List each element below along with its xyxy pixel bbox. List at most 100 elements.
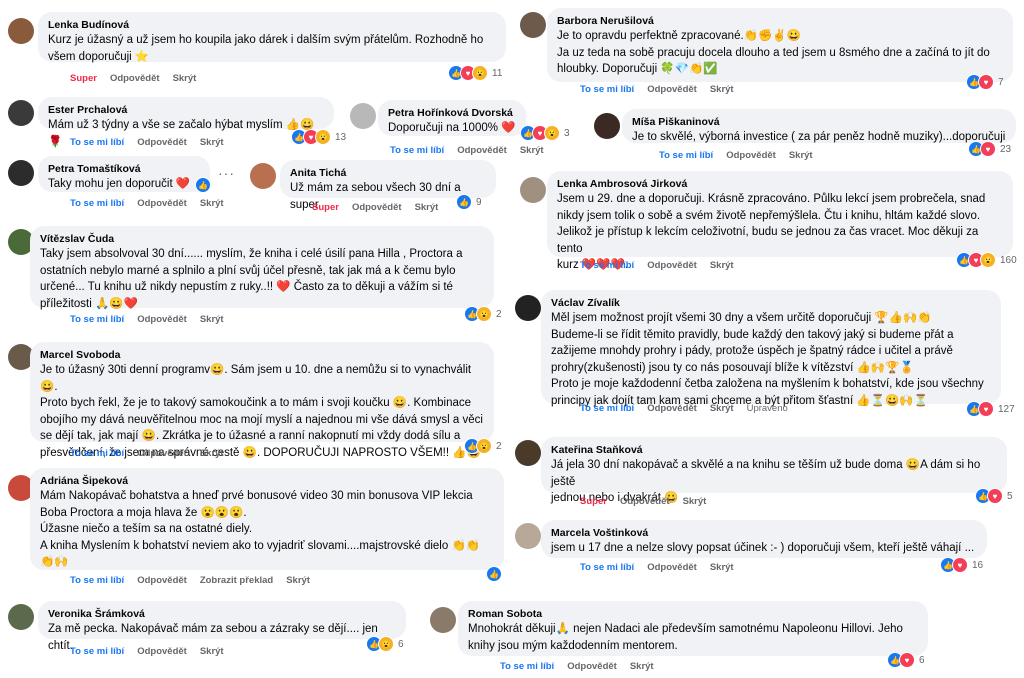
- avatar[interactable]: [515, 440, 541, 466]
- action-link[interactable]: Odpovědět: [726, 150, 776, 161]
- reaction-summary[interactable]: 👍 9: [456, 194, 482, 210]
- reaction-summary[interactable]: 👍 ♥ 😮 3: [520, 125, 570, 141]
- action-link[interactable]: To se mi líbí: [659, 150, 713, 161]
- comment-text: Proto bych řekl, že je to takový samokou…: [40, 397, 472, 409]
- avatar[interactable]: [8, 604, 34, 630]
- reaction-summary[interactable]: 👍 ♥ 6: [887, 652, 925, 668]
- reaction-summary[interactable]: 👍 ♥ 127: [966, 401, 1015, 417]
- action-link[interactable]: Skrýt: [520, 145, 544, 156]
- action-link[interactable]: Skrýt: [710, 562, 734, 573]
- action-link[interactable]: Odpovědět: [352, 202, 402, 213]
- action-link[interactable]: Skrýt: [415, 202, 439, 213]
- comment-author[interactable]: Marcel Svoboda: [40, 348, 484, 362]
- action-link[interactable]: Skrýt: [710, 260, 734, 271]
- love-reaction-icon: ♥: [899, 652, 915, 668]
- reaction-summary[interactable]: 👍 ♥ 😮 160: [956, 252, 1017, 268]
- comment-author[interactable]: Lenka Ambrosová Jirková: [557, 177, 1003, 191]
- action-link[interactable]: Odpovědět: [647, 562, 697, 573]
- reaction-summary[interactable]: 👍: [195, 177, 211, 193]
- action-link[interactable]: Super: [580, 496, 607, 507]
- reaction-summary[interactable]: 👍 😮 2: [464, 438, 502, 454]
- action-link[interactable]: Odpovědět: [137, 314, 187, 325]
- action-link[interactable]: To se mi líbí: [70, 314, 124, 325]
- comment-text: Doporučuji na 1000% ❤️: [388, 122, 516, 134]
- comment-author[interactable]: Marcela Voštinková: [551, 526, 977, 540]
- action-link[interactable]: Skrýt: [200, 314, 224, 325]
- action-link[interactable]: Skrýt: [200, 198, 224, 209]
- action-link[interactable]: Super: [70, 73, 97, 84]
- reaction-summary[interactable]: 👍 ♥ 7: [966, 74, 1004, 90]
- comment-text: příležitosti 🙏😀❤️: [40, 297, 138, 310]
- action-link[interactable]: Skrýt: [710, 84, 734, 95]
- comment-actions: To se mi líbí Odpovědět Skrýt: [580, 260, 747, 271]
- action-link[interactable]: Odpovědět: [137, 575, 187, 586]
- comment-author[interactable]: Barbora Nerušilová: [557, 14, 1003, 28]
- comment-author[interactable]: Míša Piškaninová: [632, 115, 1006, 129]
- action-link[interactable]: Skrýt: [789, 150, 813, 161]
- action-link[interactable]: Odpovědět: [110, 73, 160, 84]
- avatar[interactable]: [350, 103, 376, 129]
- action-link[interactable]: To se mi líbí: [500, 661, 554, 672]
- action-link[interactable]: Odpovědět: [620, 496, 670, 507]
- comment-author[interactable]: Lenka Budínová: [48, 18, 496, 32]
- action-link[interactable]: To se mi líbí: [580, 403, 634, 414]
- action-link[interactable]: Odpovědět: [137, 137, 187, 148]
- reaction-summary[interactable]: 👍 ♥ 😮 13: [291, 129, 346, 145]
- avatar[interactable]: [250, 163, 276, 189]
- comment-author[interactable]: Kateřina Staňková: [551, 443, 997, 457]
- action-link[interactable]: To se mi líbí: [70, 137, 124, 148]
- action-link[interactable]: To se mi líbí: [580, 84, 634, 95]
- comment-author[interactable]: Roman Sobota: [468, 607, 918, 621]
- avatar[interactable]: [8, 18, 34, 44]
- action-link[interactable]: To se mi líbí: [70, 198, 124, 209]
- action-link[interactable]: To se mi líbí: [580, 562, 634, 573]
- action-link[interactable]: Odpovědět: [567, 661, 617, 672]
- action-link[interactable]: To se mi líbí: [580, 260, 634, 271]
- avatar[interactable]: [515, 523, 541, 549]
- reaction-summary[interactable]: 👍 ♥ 5: [975, 488, 1013, 504]
- reaction-summary[interactable]: 👍: [486, 566, 502, 582]
- avatar[interactable]: [520, 12, 546, 38]
- action-link[interactable]: Skrýt: [683, 496, 707, 507]
- action-link[interactable]: Skrýt: [630, 661, 654, 672]
- action-link[interactable]: To se mi líbí: [70, 448, 124, 459]
- comment-author[interactable]: Petra Hořínková Dvorská: [388, 106, 516, 120]
- reaction-summary[interactable]: 👍 ♥ 😮 11: [448, 65, 502, 81]
- avatar[interactable]: [594, 113, 620, 139]
- action-link[interactable]: Skrýt: [286, 575, 310, 586]
- action-link[interactable]: Odpovědět: [457, 145, 507, 156]
- action-link[interactable]: Skrýt: [200, 137, 224, 148]
- action-link[interactable]: Odpovědět: [647, 84, 697, 95]
- comment-author[interactable]: Adriána Šipeková: [40, 474, 494, 488]
- action-link[interactable]: Odpovědět: [137, 448, 187, 459]
- reaction-summary[interactable]: 👍 ♥ 23: [968, 141, 1011, 157]
- action-link[interactable]: To se mi líbí: [70, 646, 124, 657]
- reaction-summary[interactable]: 👍 😮 6: [366, 636, 404, 652]
- more-options-icon[interactable]: ···: [218, 165, 235, 181]
- avatar[interactable]: [8, 160, 34, 186]
- avatar[interactable]: [520, 177, 546, 203]
- comment-author[interactable]: Anita Tichá: [290, 166, 486, 180]
- action-link[interactable]: To se mi líbí: [70, 575, 124, 586]
- action-link[interactable]: Skrýt: [200, 646, 224, 657]
- action-link[interactable]: Zobrazit překlad: [200, 575, 273, 586]
- avatar[interactable]: [515, 295, 541, 321]
- action-link[interactable]: To se mi líbí: [390, 145, 444, 156]
- comment-author[interactable]: Veronika Šrámková: [48, 607, 396, 621]
- comment-author[interactable]: Ester Prchalová: [48, 103, 324, 117]
- comment-author[interactable]: Vítězslav Čuda: [40, 232, 484, 246]
- reaction-summary[interactable]: 👍 ♥ 16: [940, 557, 983, 573]
- action-link[interactable]: Skrýt: [173, 73, 197, 84]
- comment-author[interactable]: Václav Zívalík: [551, 296, 991, 310]
- action-link[interactable]: Skrýt: [710, 403, 734, 414]
- action-link[interactable]: Odpovědět: [137, 198, 187, 209]
- action-link[interactable]: Odpovědět: [137, 646, 187, 657]
- avatar[interactable]: [430, 607, 456, 633]
- reaction-summary[interactable]: 👍 😮 2: [464, 306, 502, 322]
- avatar[interactable]: [8, 100, 34, 126]
- action-link[interactable]: Skrýt: [200, 448, 224, 459]
- action-link[interactable]: Super: [312, 202, 339, 213]
- action-link[interactable]: Odpovědět: [647, 403, 697, 414]
- comment-author[interactable]: Petra Tomaštíková: [48, 162, 200, 176]
- action-link[interactable]: Odpovědět: [647, 260, 697, 271]
